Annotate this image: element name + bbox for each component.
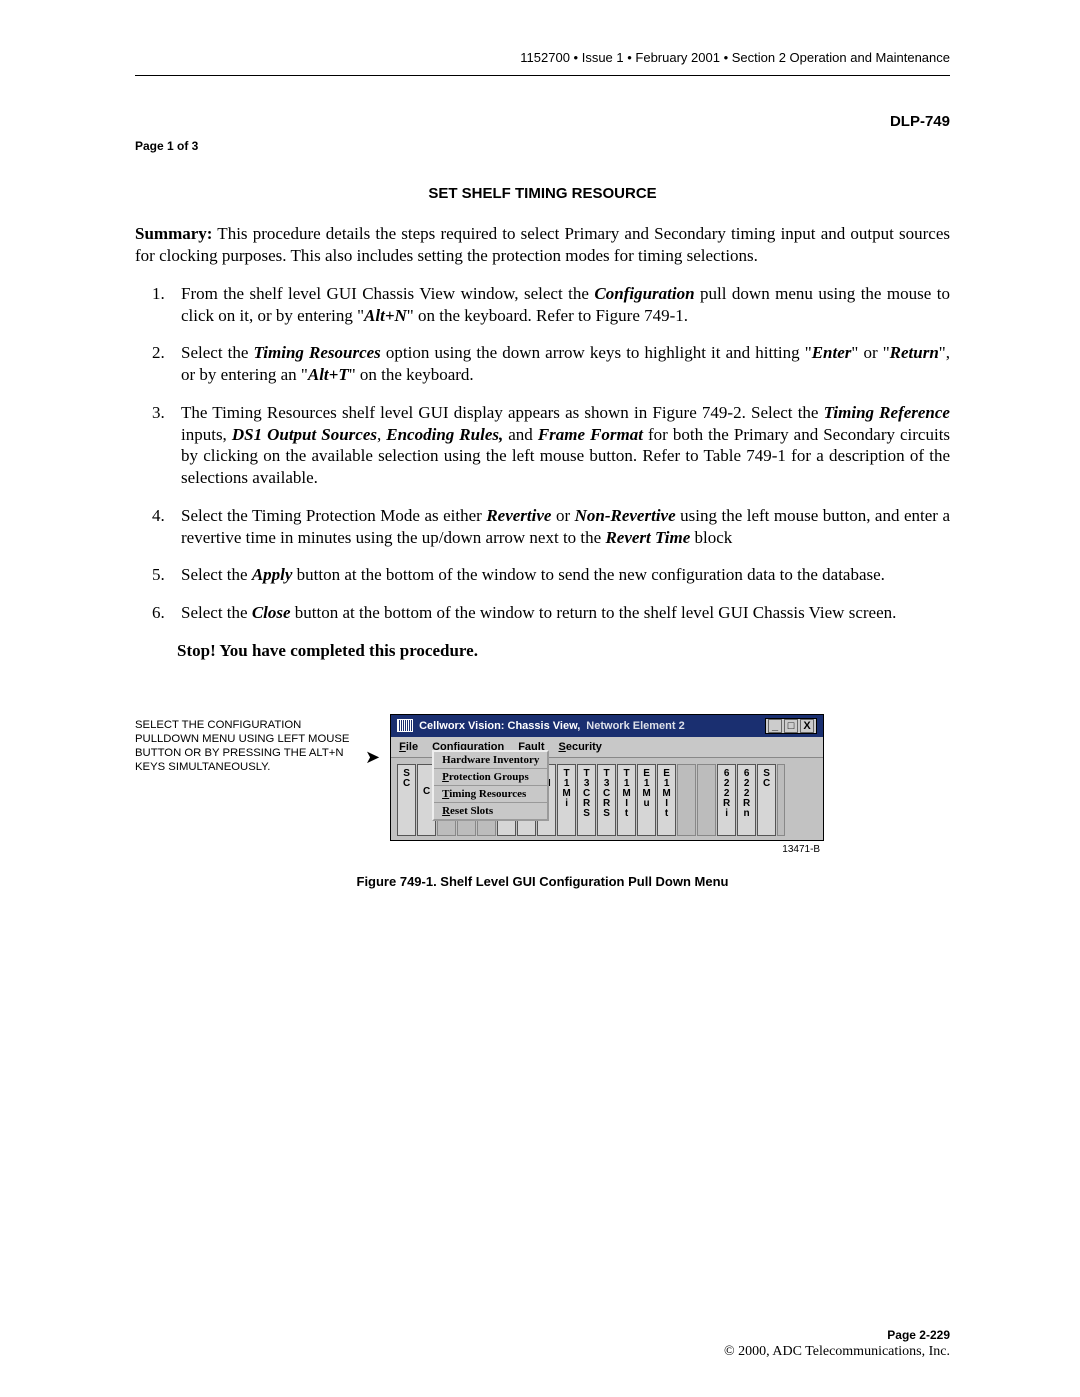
term: Alt+N [364,306,407,325]
slot-edge [777,764,785,836]
footer-page-number: Page 2-229 [724,1328,950,1343]
term: Return [890,343,939,362]
text: , [377,425,386,444]
stop-line: Stop! You have completed this procedure. [177,640,950,662]
app-icon [397,719,413,732]
text: button at the bottom of the window to se… [292,565,885,584]
close-icon[interactable]: X [800,719,814,733]
slot-t1mi[interactable]: T1MIt [617,764,636,836]
menu-protection-groups[interactable]: Protection Groups [434,769,547,786]
gui-title-2: Network Element 2 [586,719,684,733]
text: The Timing Resources shelf level GUI dis… [181,403,824,422]
maximize-icon[interactable]: □ [784,719,798,733]
term: Revert Time [605,528,690,547]
figure-749-1: SELECT THE CONFIGURATION PULLDOWN MENU U… [135,714,950,857]
step-2: Select the Timing Resources option using… [169,342,950,386]
minimize-icon[interactable]: _ [768,719,782,733]
menu-reset-slots[interactable]: Reset Slots [434,803,547,819]
slot-e1mi[interactable]: E1MIt [657,764,676,836]
menu-timing-resources[interactable]: Timing Resources [434,786,547,803]
text: and [503,425,538,444]
term: Apply [252,565,293,584]
term: DS1 Output Sources [232,425,377,444]
slot-sc-right[interactable]: SC [757,764,776,836]
term: Enter [812,343,852,362]
text: Select the [181,343,254,362]
term: Non-Revertive [575,506,676,525]
term: Encoding Rules, [386,425,503,444]
slot-t3crs-2[interactable]: T3CRS [597,764,616,836]
term: Configuration [594,284,694,303]
procedure-list: From the shelf level GUI Chassis View wi… [135,283,950,624]
page-count: Page 1 of 3 [135,139,950,154]
step-5: Select the Apply button at the bottom of… [169,564,950,586]
step-4: Select the Timing Protection Mode as eit… [169,505,950,549]
term: Close [252,603,291,622]
menu-hardware-inventory[interactable]: Hardware Inventory [434,752,547,769]
window-controls[interactable]: _ □ X [765,718,817,734]
text: " on the keyboard. Refer to Figure 749-1… [407,306,688,325]
text: " or " [851,343,889,362]
step-6: Select the Close button at the bottom of… [169,602,950,624]
term: Frame Format [538,425,643,444]
text: Select the [181,565,252,584]
slot-622rn[interactable]: 622Rn [737,764,756,836]
slot-e1mu[interactable]: E1Mu [637,764,656,836]
text: or [551,506,574,525]
figure-id: 13471-B [390,844,824,857]
text: Select the Timing Protection Mode as eit… [181,506,486,525]
summary-paragraph: Summary: This procedure details the step… [135,223,950,267]
header-rule [135,75,950,76]
footer-copyright: © 2000, ADC Telecommunications, Inc. [724,1343,950,1361]
arrow-icon: ➤ [365,714,380,769]
text: inputs, [181,425,232,444]
slot-empty[interactable] [677,764,696,836]
figure-caption: Figure 749-1. Shelf Level GUI Configurat… [135,874,950,891]
text: Select the [181,603,252,622]
term: Revertive [486,506,551,525]
term: Timing Reference [824,403,950,422]
term: Timing Resources [254,343,381,362]
slot-t1m[interactable]: T1Mi [557,764,576,836]
text: option using the down arrow keys to high… [381,343,812,362]
text: button at the bottom of the window to re… [291,603,897,622]
running-header: 1152700 • Issue 1 • February 2001 • Sect… [135,50,950,75]
slot-t3crs[interactable]: T3CRS [577,764,596,836]
slot-empty[interactable] [697,764,716,836]
slot-622r[interactable]: 622Ri [717,764,736,836]
term: Alt+T [308,365,349,384]
summary-text: This procedure details the steps require… [135,224,950,265]
gui-titlebar: Cellworx Vision: Chassis View, Network E… [391,715,823,737]
step-1: From the shelf level GUI Chassis View wi… [169,283,950,327]
text: block [690,528,732,547]
text: From the shelf level GUI Chassis View wi… [181,284,594,303]
menu-security[interactable]: Security [559,740,602,754]
text: " on the keyboard. [349,365,474,384]
slot-sc-left[interactable]: SC [397,764,416,836]
step-3: The Timing Resources shelf level GUI dis… [169,402,950,489]
dlp-code: DLP-749 [135,112,950,131]
section-title: SET SHELF TIMING RESOURCE [135,184,950,203]
gui-title-1: Cellworx Vision: Chassis View, [419,719,580,733]
figure-callout-text: SELECT THE CONFIGURATION PULLDOWN MENU U… [135,714,355,774]
configuration-dropdown: Hardware Inventory Protection Groups Tim… [432,750,549,821]
page-footer: Page 2-229 © 2000, ADC Telecommunication… [724,1328,950,1361]
menu-file[interactable]: File [399,740,418,754]
summary-label: Summary: [135,224,212,243]
